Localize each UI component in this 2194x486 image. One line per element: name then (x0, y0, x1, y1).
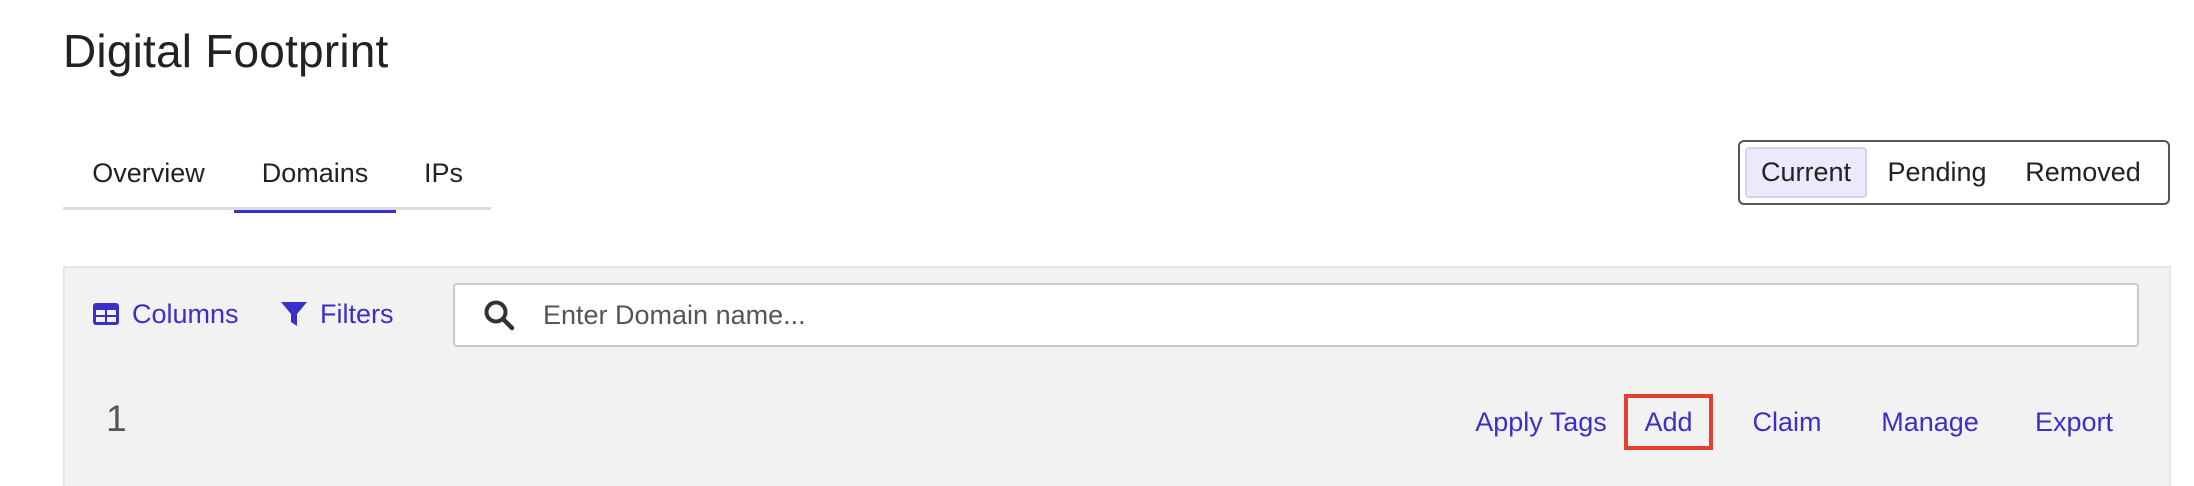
manage-button[interactable]: Manage (1877, 400, 1983, 444)
result-count: 1 (106, 398, 127, 439)
filter-funnel-icon (280, 300, 308, 328)
tab-domains[interactable]: Domains (234, 142, 396, 213)
add-button[interactable]: Add (1624, 394, 1713, 450)
tab-overview[interactable]: Overview (63, 142, 234, 210)
columns-button[interactable]: Columns (92, 292, 239, 336)
claim-button[interactable]: Claim (1748, 400, 1826, 444)
segment-removed[interactable]: Removed (2007, 147, 2159, 198)
segment-pending[interactable]: Pending (1867, 147, 2007, 198)
apply-tags-button[interactable]: Apply Tags (1453, 400, 1629, 444)
search-icon (483, 299, 515, 331)
columns-label: Columns (132, 298, 239, 329)
tab-bar: Overview Domains IPs (63, 142, 491, 213)
page-title: Digital Footprint (63, 25, 389, 77)
export-button[interactable]: Export (2030, 400, 2118, 444)
filters-button[interactable]: Filters (280, 292, 394, 336)
search-input[interactable] (543, 299, 2043, 331)
status-segmented-control: Current Pending Removed (1738, 140, 2170, 205)
search-box (453, 283, 2139, 347)
tab-ips[interactable]: IPs (396, 142, 491, 210)
page: Digital Footprint Overview Domains IPs C… (0, 0, 2194, 486)
filters-label: Filters (320, 298, 394, 329)
segment-current[interactable]: Current (1745, 147, 1867, 198)
table-columns-icon (92, 302, 120, 326)
